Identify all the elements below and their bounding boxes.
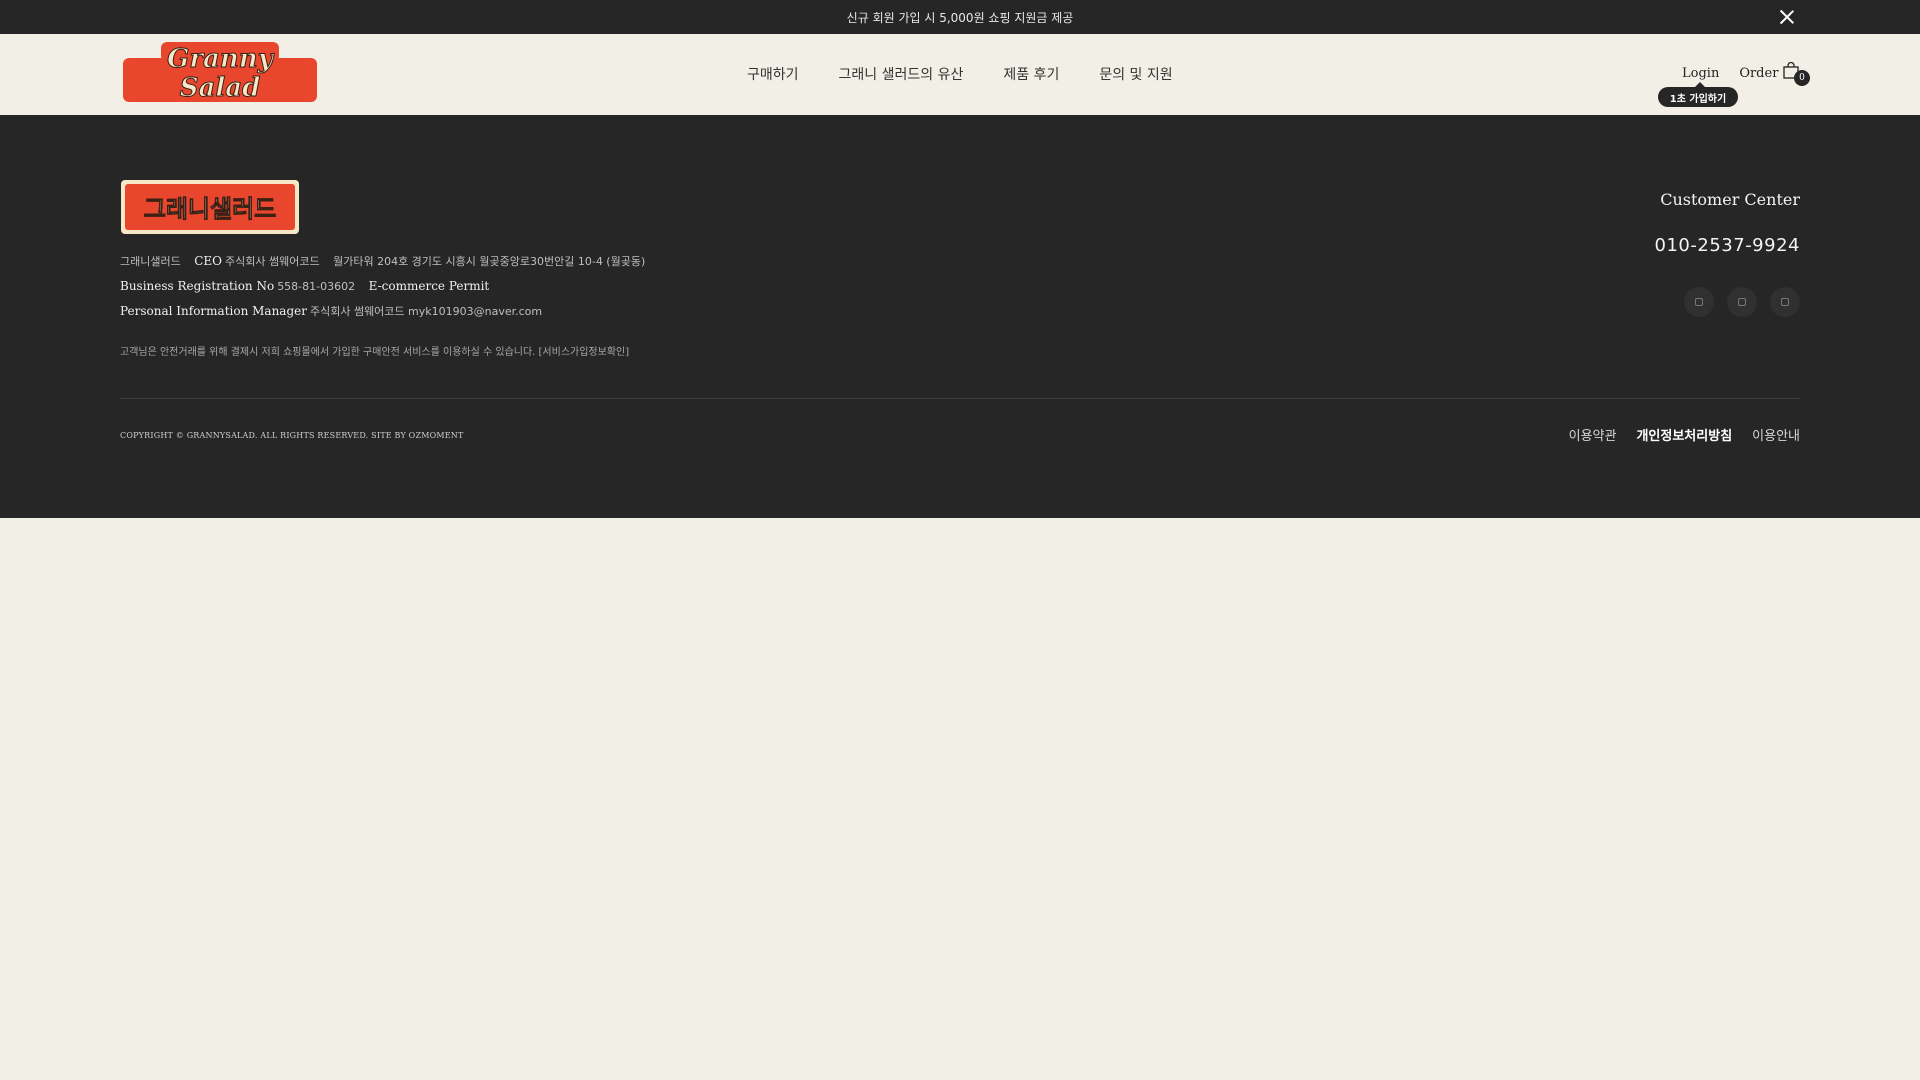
company-info: 그래니샐러드 CEO 주식회사 썸웨어코드 월가타워 204호 경기도 시흥시 월…	[120, 249, 655, 365]
main-nav: 구매하기 그래니 샐러드의 유산 제품 후기 문의 및 지원	[747, 64, 1213, 84]
site-header: Granny Salad 구매하기 그래니 샐러드의 유산 제품 후기 문의 및…	[0, 34, 1920, 115]
terms-link[interactable]: 이용약관	[1569, 425, 1617, 444]
footer-links: 이용약관 개인정보처리방침 이용안내	[1569, 425, 1800, 444]
ceo-label: CEO	[194, 254, 223, 268]
escrow-notice[interactable]: 고객님은 안전거래를 위해 결제시 저희 쇼핑몰에서 가입한 구매안전 서비스를…	[120, 340, 655, 365]
info-row-registration: Business Registration No 558-81-03602 E-c…	[120, 274, 655, 299]
nav-item-buy[interactable]: 구매하기	[747, 64, 799, 84]
ceo-value: 주식회사 썸웨어코드	[225, 255, 320, 268]
nav-item-legacy[interactable]: 그래니 샐러드의 유산	[839, 64, 964, 84]
footer-logo[interactable]: 그래니샐러드	[120, 179, 300, 235]
brand-logo[interactable]: Granny Salad	[121, 40, 319, 106]
privacy-policy-link[interactable]: 개인정보처리방침	[1636, 425, 1732, 444]
logo-text-granny: Granny	[167, 44, 275, 74]
customer-center-title: Customer Center	[1660, 190, 1800, 209]
brn-value: 558-81-03602	[277, 280, 356, 293]
logo-text-salad: Salad	[180, 73, 261, 103]
address: 월가타워 204호 경기도 시흥시 월곶중앙로30번안길 10-4 (월곶동)	[333, 255, 646, 268]
site-footer: 그래니샐러드 그래니샐러드 CEO 주식회사 썸웨어코드 월가타워 204호 경기…	[0, 115, 1920, 518]
footer-logo-text: 그래니샐러드	[144, 195, 276, 223]
ecommerce-label: E-commerce Permit	[368, 279, 490, 293]
nav-item-support[interactable]: 문의 및 지원	[1099, 64, 1172, 84]
order-link[interactable]: Order	[1739, 66, 1778, 81]
nav-item-reviews[interactable]: 제품 후기	[1003, 64, 1059, 84]
social-links	[1684, 287, 1800, 317]
brn-label: Business Registration No	[120, 279, 275, 293]
login-label: Login	[1682, 66, 1720, 81]
info-row-company: 그래니샐러드 CEO 주식회사 썸웨어코드 월가타워 204호 경기도 시흥시 월…	[120, 249, 655, 274]
header-utilities: Login 1초 가입하기 Order	[1658, 66, 1778, 107]
instagram-icon[interactable]	[1684, 287, 1714, 317]
customer-center-phone[interactable]: 010-2537-9924	[1655, 235, 1800, 256]
blog-icon[interactable]	[1727, 287, 1757, 317]
info-row-privacy: Personal Information Manager 주식회사 썸웨어코드 m…	[120, 299, 655, 324]
pim-label: Personal Information Manager	[120, 304, 307, 318]
login-link[interactable]: Login 1초 가입하기	[1658, 66, 1738, 107]
join-badge[interactable]: 1초 가입하기	[1658, 82, 1738, 107]
footer-divider	[120, 398, 1800, 399]
pim-value: 주식회사 썸웨어코드 myk101903@naver.com	[309, 305, 543, 318]
copyright: COPYRIGHT © GRANNYSALAD. ALL RIGHTS RESE…	[120, 431, 464, 440]
cart-count-badge: 0	[1794, 70, 1810, 86]
close-icon[interactable]	[1778, 8, 1796, 26]
company-name: 그래니샐러드	[120, 255, 181, 268]
promo-bar: 신규 회원 가입 시 5,000원 쇼핑 지원금 제공	[0, 0, 1920, 34]
cart-button[interactable]: 0	[1782, 61, 1810, 86]
guide-link[interactable]: 이용안내	[1752, 425, 1800, 444]
promo-text: 신규 회원 가입 시 5,000원 쇼핑 지원금 제공	[846, 10, 1074, 25]
kakao-icon[interactable]	[1770, 287, 1800, 317]
